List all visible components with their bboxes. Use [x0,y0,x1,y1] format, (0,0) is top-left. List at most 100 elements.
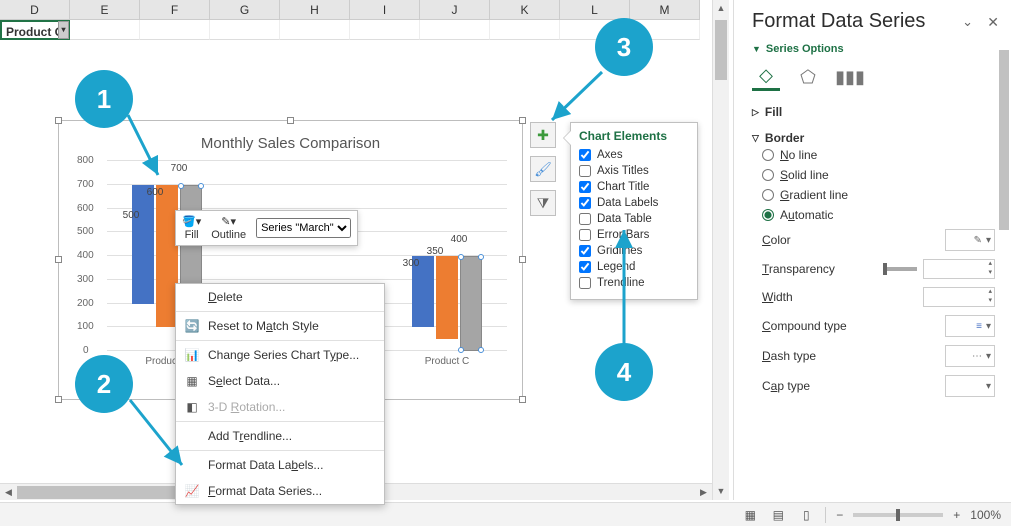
cap-field[interactable]: Cap type [752,371,995,401]
radio-solid-line[interactable]: Solid line [752,165,995,185]
active-cell[interactable]: Product C ▾ [0,20,70,40]
lines-icon: ≡ [976,321,982,332]
chart-filters-button[interactable]: ⧩ [530,190,556,216]
fill-label: Fill [185,229,199,241]
zoom-in[interactable]: + [953,508,960,522]
transparency-field[interactable]: Transparency [752,255,995,283]
radio-gradient-line[interactable]: Gradient line [752,185,995,205]
close-pane-icon[interactable]: ✕ [987,14,999,31]
col-header[interactable]: G [210,0,280,20]
flyout-opt-error-bars[interactable]: Error Bars [579,227,689,243]
paint-bucket-icon: 🪣▾ [182,215,201,228]
page-break-icon[interactable]: ▯ [797,507,815,523]
fill-button[interactable]: 🪣▾ Fill [182,215,201,241]
tab-fill-line[interactable]: ◇ [752,63,780,91]
annotation-2: 2 [75,355,133,413]
flyout-opt-axes[interactable]: Axes [579,147,689,163]
chart-elements-flyout: Chart Elements Axes Axis Titles Chart Ti… [570,122,698,300]
width-spinner[interactable] [923,287,995,307]
dash-field[interactable]: Dash type⋯ [752,341,995,371]
bar-jan-a[interactable] [132,185,154,304]
border-section-toggle[interactable]: ▽Border [752,131,995,145]
color-field[interactable]: Color✎ [752,225,995,255]
chart-styles-button[interactable]: 🖌 [530,156,556,182]
ctx-change-chart-type[interactable]: 📊Change Series Chart Type... [176,342,384,368]
context-menu: Delete 🔄Reset to Match Style 📊Change Ser… [175,283,385,505]
format-data-series-pane: Format Data Series ⌄ ✕ ▼Series Options ◇… [733,0,1011,500]
flyout-opt-gridlines[interactable]: Gridlines [579,243,689,259]
col-header[interactable]: F [140,0,210,20]
chart-title[interactable]: Monthly Sales Comparison [59,135,522,152]
radio-no-line[interactable]: No line [752,145,995,165]
width-field[interactable]: Width [752,283,995,311]
plus-icon: ✚ [537,127,549,144]
ctx-select-data[interactable]: ▦Select Data... [176,368,384,394]
flyout-opt-axis-titles[interactable]: Axis Titles [579,163,689,179]
page-layout-icon[interactable]: ▤ [769,507,787,523]
zoom-level[interactable]: 100% [970,508,1001,522]
pentagon-icon: ⬠ [800,67,816,88]
zoom-slider[interactable] [853,513,943,517]
fill-section-toggle[interactable]: ▷Fill [752,105,995,119]
flyout-opt-legend[interactable]: Legend [579,259,689,275]
transparency-slider[interactable] [883,267,917,271]
series-selector[interactable]: Series "March" [256,218,351,238]
bars-icon: ▮▮▮ [835,67,865,88]
vertical-scrollbar[interactable]: ▲▼ [712,0,729,500]
data-label: 700 [171,163,188,174]
tab-effects[interactable]: ⬠ [794,63,822,91]
pen-icon: ✎ [974,235,982,246]
ctx-format-data-series[interactable]: 📈Format Data Series... [176,478,384,504]
flyout-opt-trendline[interactable]: Trendline [579,275,689,291]
col-header[interactable]: H [280,0,350,20]
tab-series-options[interactable]: ▮▮▮ [836,63,864,91]
ctx-delete[interactable]: Delete [176,284,384,310]
collapse-pane-icon[interactable]: ⌄ [962,14,973,30]
transparency-spinner[interactable] [923,259,995,279]
flyout-title: Chart Elements [579,129,689,143]
flyout-opt-data-table[interactable]: Data Table [579,211,689,227]
status-bar: ▦ ▤ ▯ − + 100% [0,502,1011,526]
flyout-opt-data-labels[interactable]: Data Labels [579,195,689,211]
annotation-3: 3 [595,18,653,76]
col-header[interactable]: J [420,0,490,20]
table-icon: ▦ [184,373,200,389]
pane-title: Format Data Series [752,10,995,33]
pane-scrollbar[interactable] [999,50,1009,496]
zoom-out[interactable]: − [836,508,843,522]
compound-field[interactable]: Compound type≡ [752,311,995,341]
cell-row: Product C ▾ [0,20,700,40]
annotation-1: 1 [75,70,133,128]
ctx-reset[interactable]: 🔄Reset to Match Style [176,313,384,339]
mini-toolbar: 🪣▾ Fill ✎▾ Outline Series "March" [175,210,358,246]
outline-button[interactable]: ✎▾ Outline [211,215,246,241]
col-header[interactable]: E [70,0,140,20]
ctx-add-trendline[interactable]: Add Trendline... [176,423,384,449]
data-label: 500 [123,210,140,221]
reset-icon: 🔄 [184,318,200,334]
data-label: 400 [451,234,468,245]
flyout-opt-chart-title[interactable]: Chart Title [579,179,689,195]
annotation-4: 4 [595,343,653,401]
col-header[interactable]: L [560,0,630,20]
bar-feb-c[interactable] [436,256,458,339]
brush-icon: 🖌 [534,161,552,178]
col-header[interactable]: I [350,0,420,20]
bar-mar-c[interactable] [460,256,482,351]
col-header[interactable]: M [630,0,700,20]
col-header[interactable]: K [490,0,560,20]
series-options-dropdown[interactable]: ▼Series Options [752,43,995,55]
col-header[interactable]: D [0,0,70,20]
radio-automatic[interactable]: Automatic [752,205,995,225]
paint-icon: ◇ [759,65,773,86]
normal-view-icon[interactable]: ▦ [741,507,759,523]
category-label: Product C [397,356,497,367]
outline-label: Outline [211,229,246,241]
ctx-3d-rotation: ◧3-D Rotation... [176,394,384,420]
cell-value: Product C [6,25,63,39]
dash-icon: ⋯ [972,351,982,362]
column-header-row: D E F G H I J K L M [0,0,700,20]
ctx-format-data-labels[interactable]: Format Data Labels... [176,452,384,478]
cell-dropdown-icon[interactable]: ▾ [58,21,69,39]
chart-elements-button[interactable]: ✚ [530,122,556,148]
